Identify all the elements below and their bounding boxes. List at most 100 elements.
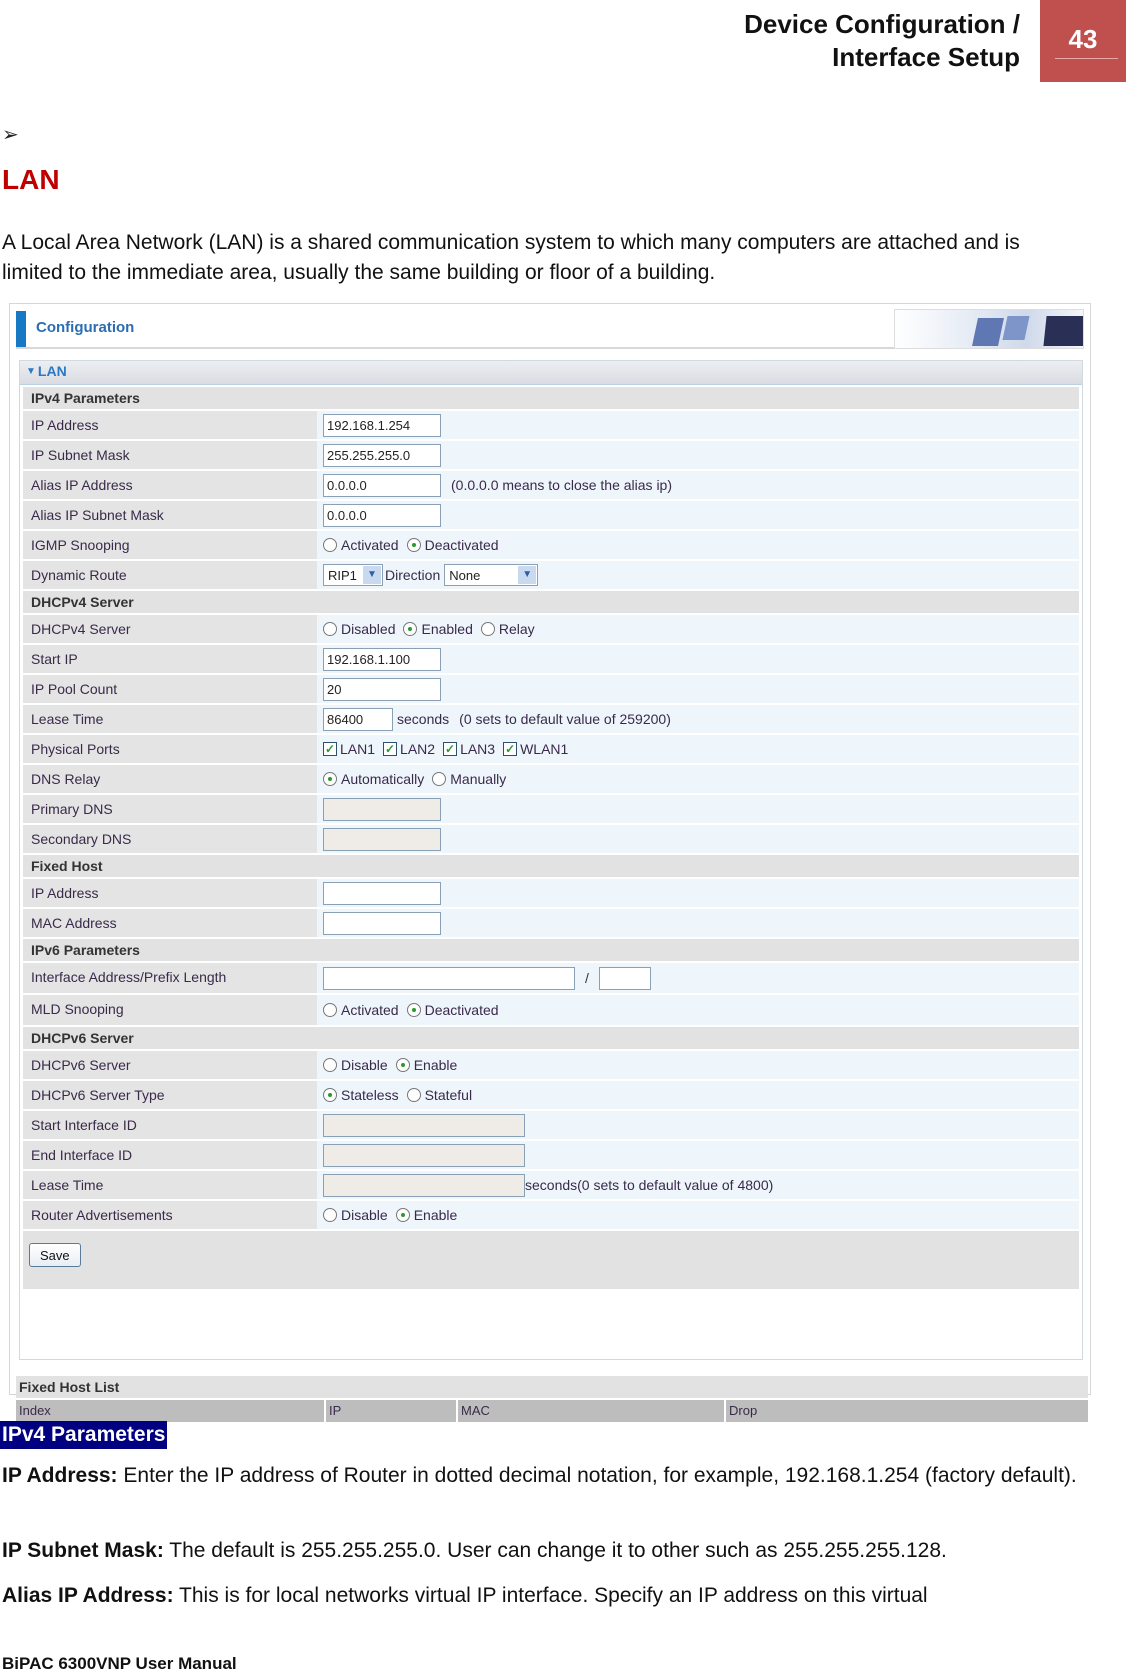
- lease-time-input[interactable]: [323, 707, 393, 731]
- secondary-dns-input[interactable]: [323, 827, 441, 851]
- interface-address-input[interactable]: [323, 966, 575, 990]
- radio-icon[interactable]: [406, 1088, 421, 1102]
- row-mld-snooping: MLD Snooping Activated Deactivated: [23, 995, 1079, 1025]
- mld-activated-radio[interactable]: Activated: [323, 1002, 399, 1018]
- fixed-host-ip-input[interactable]: [323, 881, 441, 905]
- lan-panel-header[interactable]: ▼ LAN: [20, 361, 1082, 385]
- field-label: MLD Snooping: [23, 995, 317, 1025]
- lease-time-unit: seconds: [397, 711, 450, 727]
- field-label: Start IP: [23, 645, 317, 673]
- chair-graphic: [1002, 316, 1030, 340]
- alias-mask-input[interactable]: [323, 503, 441, 527]
- option-label: Relay: [498, 621, 535, 637]
- checkbox-checked-icon[interactable]: ✓: [503, 742, 518, 756]
- mld-deactivated-radio[interactable]: Deactivated: [406, 1002, 499, 1018]
- port-lan1-checkbox[interactable]: ✓ LAN1: [323, 741, 375, 757]
- column-header-index: Index: [16, 1400, 324, 1422]
- direction-select[interactable]: None ▼: [444, 564, 539, 586]
- row-alias-mask: Alias IP Subnet Mask: [23, 501, 1079, 529]
- start-ip-input[interactable]: [323, 647, 441, 671]
- radio-selected-icon[interactable]: [323, 772, 337, 786]
- fixed-host-list-title: Fixed Host List: [16, 1376, 1088, 1398]
- badge-rule: [1055, 58, 1118, 59]
- stateful-radio[interactable]: Stateful: [406, 1087, 472, 1103]
- ip-address-input[interactable]: [323, 413, 441, 437]
- select-value: RIP1: [328, 567, 357, 583]
- column-header-mac: MAC: [458, 1400, 724, 1422]
- checkbox-checked-icon[interactable]: ✓: [383, 742, 398, 756]
- dhcpv4-disabled-radio[interactable]: Disabled: [323, 621, 395, 637]
- option-label: Stateless: [341, 1087, 399, 1103]
- dhcpv6-enable-radio[interactable]: Enable: [395, 1057, 457, 1073]
- radio-icon[interactable]: [323, 1208, 337, 1222]
- collapse-triangle-icon[interactable]: ▼: [26, 366, 36, 377]
- start-interface-id-input[interactable]: [323, 1113, 525, 1137]
- radio-icon[interactable]: [480, 622, 495, 636]
- section-ipv4-parameters: IPv4 Parameters: [23, 387, 1079, 409]
- option-label: Deactivated: [424, 537, 499, 553]
- stateless-radio[interactable]: Stateless: [323, 1087, 399, 1103]
- radio-icon[interactable]: [323, 1003, 337, 1017]
- arrow-bullet-icon: ➢: [2, 124, 19, 146]
- dns-auto-radio[interactable]: Automatically: [323, 771, 424, 787]
- option-label: Disable: [341, 1207, 388, 1223]
- radio-icon[interactable]: [323, 1058, 337, 1072]
- option-label: Enabled: [421, 621, 473, 637]
- route-select[interactable]: RIP1 ▼: [323, 564, 383, 586]
- alias-ip-input[interactable]: [323, 473, 441, 497]
- checkbox-checked-icon[interactable]: ✓: [323, 742, 337, 756]
- option-label: WLAN1: [520, 741, 569, 757]
- field-label: Alias IP Subnet Mask: [23, 501, 317, 529]
- section-dhcpv4-server: DHCPv4 Server: [23, 591, 1079, 613]
- end-interface-id-input[interactable]: [323, 1143, 525, 1167]
- port-lan3-checkbox[interactable]: ✓ LAN3: [443, 741, 495, 757]
- field-label: Router Advertisements: [23, 1201, 317, 1229]
- footer-manual-title: BiPAC 6300VNP User Manual: [2, 1654, 237, 1673]
- subnet-mask-input[interactable]: [323, 443, 441, 467]
- field-label: Primary DNS: [23, 795, 317, 823]
- radio-selected-icon[interactable]: [395, 1058, 410, 1072]
- v6-lease-time-input[interactable]: [323, 1173, 525, 1197]
- column-header-drop: Drop: [726, 1400, 1088, 1422]
- section-dhcpv6-server: DHCPv6 Server: [23, 1027, 1079, 1049]
- radio-icon[interactable]: [323, 622, 337, 636]
- row-interface-address: Interface Address/Prefix Length /: [23, 963, 1079, 993]
- primary-dns-input[interactable]: [323, 797, 441, 821]
- port-wlan1-checkbox[interactable]: ✓ WLAN1: [503, 741, 568, 757]
- save-button[interactable]: Save: [29, 1243, 81, 1267]
- ra-disable-radio[interactable]: Disable: [323, 1207, 388, 1223]
- row-start-interface-id: Start Interface ID: [23, 1111, 1079, 1139]
- highlighted-heading: IPv4 Parameters: [0, 1421, 168, 1449]
- port-lan2-checkbox[interactable]: ✓ LAN2: [383, 741, 435, 757]
- prefix-length-input[interactable]: [598, 966, 651, 990]
- radio-icon[interactable]: [432, 772, 447, 786]
- pool-count-input[interactable]: [323, 677, 441, 701]
- igmp-activated-radio[interactable]: Activated: [323, 537, 399, 553]
- checkbox-checked-icon[interactable]: ✓: [443, 742, 458, 756]
- dhcpv4-enabled-radio[interactable]: Enabled: [403, 621, 473, 637]
- option-label: Activated: [341, 1002, 399, 1018]
- option-label: Enable: [413, 1207, 458, 1223]
- chevron-down-icon[interactable]: ▼: [518, 566, 537, 584]
- chevron-down-icon[interactable]: ▼: [363, 566, 381, 584]
- radio-selected-icon[interactable]: [403, 622, 418, 636]
- row-ip-pool-count: IP Pool Count: [23, 675, 1079, 703]
- field-label: IP Pool Count: [23, 675, 317, 703]
- row-fixed-mac: MAC Address: [23, 909, 1079, 937]
- row-igmp-snooping: IGMP Snooping Activated Deactivated: [23, 531, 1079, 559]
- dns-manual-radio[interactable]: Manually: [432, 771, 506, 787]
- section-ipv6-parameters: IPv6 Parameters: [23, 939, 1079, 961]
- ra-enable-radio[interactable]: Enable: [395, 1207, 458, 1223]
- dhcpv4-relay-radio[interactable]: Relay: [480, 621, 535, 637]
- radio-selected-icon[interactable]: [395, 1208, 410, 1222]
- fixed-host-mac-input[interactable]: [323, 911, 441, 935]
- radio-selected-icon[interactable]: [323, 1088, 337, 1102]
- dhcpv6-disable-radio[interactable]: Disable: [323, 1057, 388, 1073]
- section-fixed-host: Fixed Host: [23, 855, 1079, 877]
- field-label: DHCPv4 Server: [23, 615, 317, 643]
- radio-selected-icon[interactable]: [406, 538, 421, 552]
- field-label: DHCPv6 Server: [23, 1051, 317, 1079]
- radio-selected-icon[interactable]: [406, 1003, 421, 1017]
- igmp-deactivated-radio[interactable]: Deactivated: [406, 537, 499, 553]
- radio-icon[interactable]: [323, 538, 337, 552]
